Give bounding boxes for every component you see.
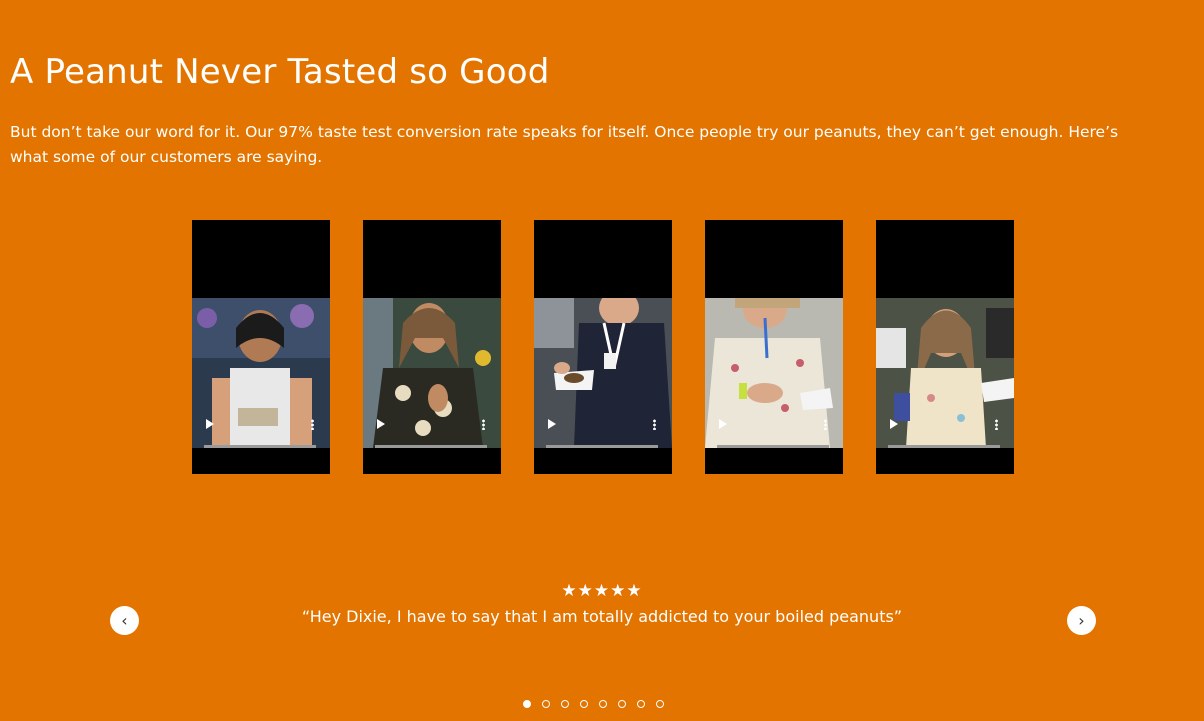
video-player[interactable] [192, 220, 330, 474]
chevron-right-icon: › [1078, 611, 1085, 630]
pagination-dot[interactable] [618, 700, 626, 708]
play-icon[interactable] [206, 419, 214, 429]
video-player[interactable] [876, 220, 1014, 474]
video-player[interactable] [363, 220, 501, 474]
video-progress-bar[interactable] [375, 445, 487, 448]
testimonial-quote: “Hey Dixie, I have to say that I am tota… [301, 607, 903, 626]
video-player[interactable] [534, 220, 672, 474]
more-options-icon[interactable] [995, 419, 998, 430]
video-progress-bar[interactable] [204, 445, 316, 448]
pagination-dot[interactable] [580, 700, 588, 708]
more-options-icon[interactable] [311, 419, 314, 430]
section-title: A Peanut Never Tasted so Good [10, 52, 550, 92]
carousel-pagination [523, 700, 664, 708]
pagination-dot[interactable] [542, 700, 550, 708]
next-slide-button[interactable]: › [1067, 606, 1096, 635]
previous-slide-button[interactable]: ‹ [110, 606, 139, 635]
section-intro: But don’t take our word for it. Our 97% … [10, 123, 1119, 166]
video-progress-bar[interactable] [546, 445, 658, 448]
testimonials-section: A Peanut Never Tasted so Good But don’t … [0, 0, 1204, 721]
video-progress-bar[interactable] [888, 445, 1000, 448]
video-row [192, 220, 1014, 474]
play-icon[interactable] [377, 419, 385, 429]
rating-stars: ★★★★★ [561, 581, 643, 601]
more-options-icon[interactable] [482, 419, 485, 430]
video-player[interactable] [705, 220, 843, 474]
pagination-dot[interactable] [656, 700, 664, 708]
pagination-dot[interactable] [561, 700, 569, 708]
pagination-dot[interactable] [523, 700, 531, 708]
more-options-icon[interactable] [824, 419, 827, 430]
more-options-icon[interactable] [653, 419, 656, 430]
pagination-dot[interactable] [599, 700, 607, 708]
video-progress-bar[interactable] [717, 445, 829, 448]
play-icon[interactable] [548, 419, 556, 429]
chevron-left-icon: ‹ [121, 611, 128, 630]
play-icon[interactable] [890, 419, 898, 429]
pagination-dot[interactable] [637, 700, 645, 708]
play-icon[interactable] [719, 419, 727, 429]
